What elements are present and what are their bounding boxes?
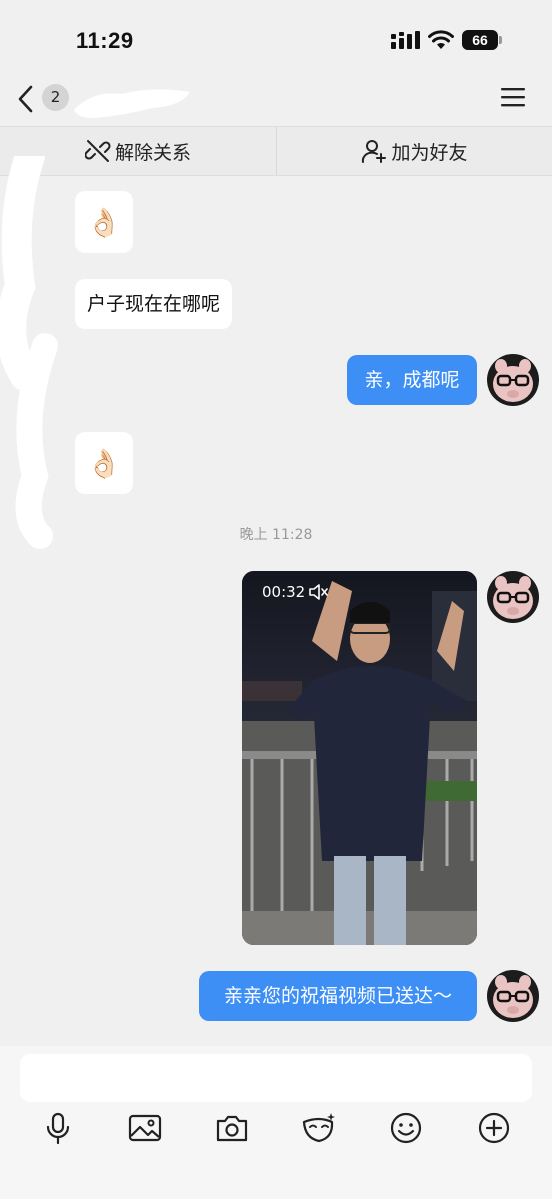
- battery-icon: 66: [462, 30, 502, 50]
- battery-level: 66: [462, 30, 498, 50]
- composer: [0, 1046, 552, 1199]
- mask-button[interactable]: [301, 1110, 337, 1146]
- nav-bar: 2: [0, 80, 552, 126]
- incoming-text-bubble[interactable]: 户子现在在哪呢: [75, 279, 233, 329]
- more-button[interactable]: [476, 1110, 512, 1146]
- message-text: 户子现在在哪呢: [87, 293, 221, 315]
- video-thumbnail: [242, 571, 477, 945]
- message-input[interactable]: [20, 1054, 532, 1102]
- unlink-label: 解除关系: [114, 141, 191, 164]
- microphone-icon: [46, 1112, 70, 1145]
- video-duration: 00:32: [262, 583, 306, 601]
- cellular-signal-icon: [391, 31, 420, 49]
- status-bar: 11:29 66: [0, 0, 552, 80]
- image-icon: [128, 1114, 162, 1142]
- message-list[interactable]: 👌🏻 户子现在在哪呢 亲，成都呢 👌🏻 晚上 11:28 00:32 亲亲您的祝…: [0, 156, 552, 1046]
- muted-speaker-icon[interactable]: [308, 582, 328, 602]
- my-avatar[interactable]: [487, 970, 539, 1022]
- outgoing-text-bubble[interactable]: 亲亲您的祝福视频已送达～: [199, 971, 477, 1021]
- camera-icon: [216, 1115, 248, 1142]
- plus-icon: [478, 1112, 510, 1144]
- contact-name-redacted: [74, 89, 190, 118]
- pig-glasses-avatar-icon: [487, 354, 539, 406]
- add-user-icon: [362, 140, 387, 163]
- ok-hand-emoji: 👌🏻: [86, 446, 122, 480]
- ok-hand-emoji: 👌🏻: [86, 205, 122, 239]
- photo-button[interactable]: [127, 1110, 163, 1146]
- chat-screen: 11:29 66 2 解除关系 加为好友 👌🏻 户子现在在哪呢 亲，成都呢 👌🏻…: [0, 0, 552, 1199]
- status-time: 11:29: [76, 28, 134, 53]
- wifi-icon: [428, 30, 454, 49]
- incoming-emoji-bubble[interactable]: 👌🏻: [75, 191, 133, 253]
- mask-icon: [302, 1113, 335, 1143]
- add-friend-button[interactable]: 加为好友: [276, 127, 552, 175]
- unread-count-badge: 2: [42, 84, 69, 111]
- message-text: 亲，成都呢: [364, 369, 460, 391]
- message-text: 亲亲您的祝福视频已送达～: [223, 985, 452, 1007]
- voice-button[interactable]: [40, 1110, 76, 1146]
- camera-button[interactable]: [214, 1110, 250, 1146]
- add-friend-label: 加为好友: [391, 141, 468, 164]
- video-message[interactable]: 00:32: [242, 571, 477, 945]
- message-timestamp: 晚上 11:28: [239, 527, 313, 543]
- menu-icon[interactable]: [500, 86, 526, 108]
- incoming-emoji-bubble[interactable]: 👌🏻: [75, 432, 133, 494]
- emoji-button[interactable]: [388, 1110, 424, 1146]
- my-avatar[interactable]: [487, 354, 539, 406]
- outgoing-text-bubble[interactable]: 亲，成都呢: [347, 355, 477, 405]
- my-avatar[interactable]: [487, 571, 539, 623]
- pig-glasses-avatar-icon: [487, 571, 539, 623]
- emoji-icon: [390, 1112, 422, 1144]
- pig-glasses-avatar-icon: [487, 970, 539, 1022]
- back-chevron-icon[interactable]: [16, 84, 36, 114]
